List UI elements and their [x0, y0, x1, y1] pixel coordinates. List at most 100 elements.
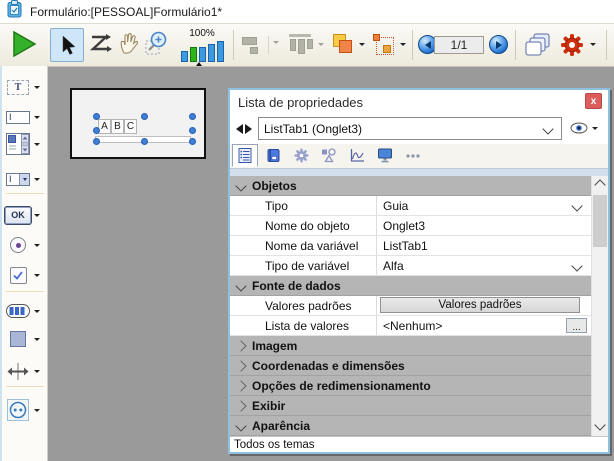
- property-row-tipo-variavel: Tipo de variável Alfa: [230, 256, 591, 276]
- properties-scrollbar[interactable]: [591, 176, 608, 436]
- section-header-imagem[interactable]: Imagem: [230, 336, 591, 356]
- static-text-tool[interactable]: T: [2, 74, 48, 100]
- selection-options-caret[interactable]: [400, 43, 406, 46]
- selection-handle[interactable]: [93, 113, 100, 120]
- selection-handle[interactable]: [189, 127, 196, 134]
- property-list-icon: [238, 148, 253, 163]
- settings-dropdown-caret[interactable]: [590, 43, 596, 46]
- close-button[interactable]: x: [585, 93, 602, 109]
- ole-control-tool[interactable]: [2, 396, 48, 424]
- section-header-coordenadas[interactable]: Coordenadas e dimensões: [230, 356, 591, 376]
- scrollbar-thumb[interactable]: [593, 195, 607, 247]
- combo-box-tool[interactable]: I: [2, 166, 48, 192]
- section-header-aparencia[interactable]: Aparência: [230, 416, 591, 436]
- tab-control-tab-a[interactable]: A: [98, 119, 111, 134]
- pan-button[interactable]: [116, 31, 141, 56]
- object-selector-value: ListTab1 (Onglet3): [264, 122, 362, 136]
- section-header-exibir[interactable]: Exibir: [230, 396, 591, 416]
- chevron-down-icon[interactable]: [34, 338, 40, 341]
- chevron-down-icon[interactable]: [34, 409, 40, 412]
- property-value-dropdown[interactable]: <Nenhum> ...: [376, 316, 591, 335]
- toolbar-separator: [233, 30, 234, 60]
- ok-button-icon: OK: [4, 206, 32, 225]
- next-page-button[interactable]: [489, 35, 508, 54]
- radio-button-tool[interactable]: [2, 232, 48, 258]
- tab-chart[interactable]: [344, 144, 370, 167]
- select-mode-button[interactable]: [50, 28, 84, 62]
- ellipsis-button[interactable]: ...: [566, 318, 587, 333]
- property-value-dropdown[interactable]: Alfa: [376, 256, 591, 275]
- chevron-down-icon[interactable]: [34, 143, 40, 146]
- property-row-tipo: Tipo Guia: [230, 196, 591, 216]
- chevron-down-icon[interactable]: [34, 310, 40, 313]
- scroll-up-button[interactable]: [592, 177, 608, 193]
- properties-panel-titlebar[interactable]: Lista de propriedades: [230, 90, 608, 114]
- tab-general[interactable]: [232, 144, 258, 167]
- tab-control-tab-b[interactable]: B: [111, 119, 124, 134]
- windows-list-button[interactable]: [524, 32, 552, 58]
- panel-tool[interactable]: [2, 326, 48, 352]
- align-button-disabled[interactable]: [240, 34, 264, 56]
- page-indicator: 1/1: [434, 36, 484, 54]
- run-test-button[interactable]: [10, 29, 38, 59]
- selection-handle[interactable]: [189, 138, 196, 145]
- property-row-valores-padroes: Valores padrões Valores padrões: [230, 296, 591, 316]
- eye-icon[interactable]: [570, 122, 588, 134]
- chevron-right-icon: [235, 380, 246, 391]
- distribute-dropdown-caret[interactable]: [318, 43, 324, 46]
- progress-bar-tool[interactable]: [2, 298, 48, 324]
- settings-button[interactable]: [560, 33, 584, 57]
- tab-control-tab-c[interactable]: C: [124, 119, 137, 134]
- tab-more[interactable]: [400, 144, 426, 167]
- chevron-down-icon[interactable]: [34, 178, 40, 181]
- tab-order-button[interactable]: [88, 32, 112, 56]
- checkbox-tool[interactable]: [2, 262, 48, 288]
- previous-object-button[interactable]: [236, 124, 243, 134]
- form-design-surface[interactable]: [70, 88, 206, 159]
- property-value-dropdown[interactable]: Guia: [376, 196, 591, 215]
- align-dropdown-caret[interactable]: [273, 41, 279, 44]
- button-tool[interactable]: OK: [2, 202, 48, 228]
- next-object-button[interactable]: [245, 124, 252, 134]
- chevron-down-icon[interactable]: [34, 244, 40, 247]
- property-value-text[interactable]: ListTab1: [376, 236, 591, 255]
- hand-icon: [116, 31, 141, 56]
- tab-display[interactable]: [372, 144, 398, 167]
- list-box-tool[interactable]: [2, 128, 48, 160]
- distribute-button-disabled[interactable]: [286, 32, 316, 58]
- selection-options-button[interactable]: [372, 33, 396, 57]
- chevron-down-icon[interactable]: [34, 214, 40, 217]
- property-value-text[interactable]: Onglet3: [376, 216, 591, 235]
- chevron-down-icon[interactable]: [34, 86, 40, 89]
- selection-handle[interactable]: [141, 113, 148, 120]
- section-header-fonte-de-dados[interactable]: Fonte de dados: [230, 276, 591, 296]
- section-header-redimensionamento[interactable]: Opções de redimensionamento: [230, 376, 591, 396]
- selection-handle[interactable]: [189, 113, 196, 120]
- property-label: Nome do objeto: [265, 219, 350, 233]
- main-toolbar: 100%: [0, 24, 614, 67]
- align-icon: [240, 34, 264, 56]
- selection-handle[interactable]: [93, 138, 100, 145]
- selection-handle[interactable]: [93, 127, 100, 134]
- chevron-down-icon[interactable]: [34, 274, 40, 277]
- zoom-button[interactable]: [144, 30, 170, 57]
- splitter-tool[interactable]: [2, 358, 48, 384]
- toolbar-separator: [515, 30, 516, 60]
- scroll-down-button[interactable]: [592, 418, 608, 434]
- chevron-down-icon[interactable]: [34, 116, 40, 119]
- property-label: Tipo: [265, 199, 288, 213]
- tab-styles[interactable]: [316, 144, 342, 167]
- z-order-button[interactable]: [330, 32, 356, 58]
- section-header-objetos[interactable]: Objetos: [230, 176, 591, 196]
- zoom-level-selector[interactable]: 100%: [174, 25, 230, 65]
- tab-ui[interactable]: [288, 144, 314, 167]
- eye-dropdown-caret[interactable]: [592, 127, 598, 130]
- edit-control-tool[interactable]: I: [2, 104, 48, 130]
- combo-box-icon: I: [6, 173, 30, 186]
- tab-details[interactable]: [260, 144, 286, 167]
- valores-padroes-button[interactable]: Valores padrões: [380, 297, 580, 313]
- selection-handle[interactable]: [141, 138, 148, 145]
- z-order-dropdown-caret[interactable]: [359, 43, 365, 46]
- chevron-down-icon[interactable]: [34, 370, 40, 373]
- object-selector-dropdown[interactable]: ListTab1 (Onglet3): [258, 117, 562, 140]
